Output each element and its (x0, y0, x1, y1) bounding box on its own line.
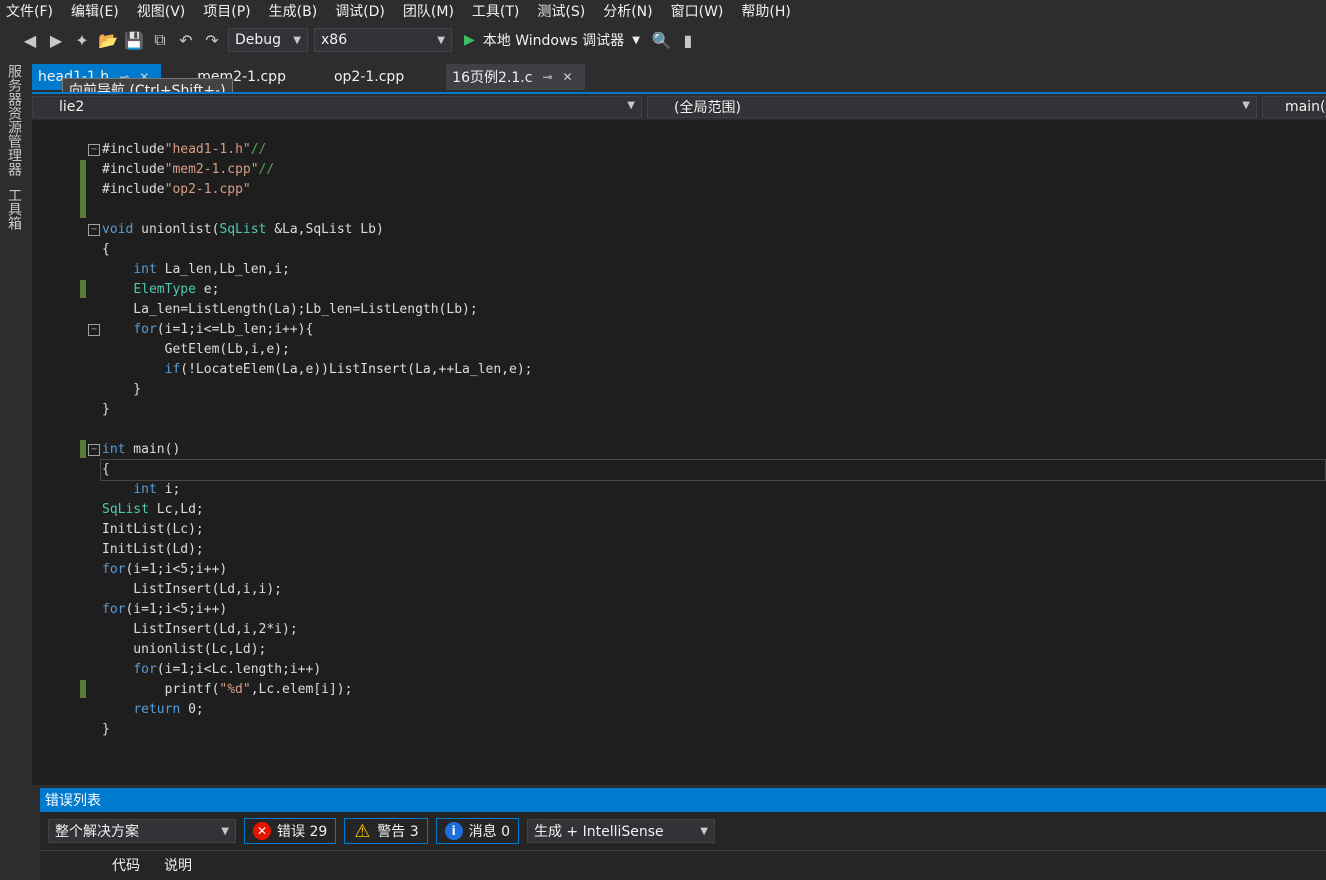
menu-item[interactable]: 文件(F) (0, 1, 65, 21)
messages-filter-button[interactable]: i 消息 0 (435, 818, 519, 844)
code-line: ElemType e; (133, 282, 220, 297)
code-line: } (102, 382, 142, 397)
close-icon: ✕ (562, 70, 573, 84)
code-line: #include"op2-1.cpp" (102, 182, 251, 197)
save-icon[interactable]: 💾 (124, 30, 144, 50)
menu-item[interactable]: 项目(P) (197, 1, 262, 21)
scope-filter-select[interactable]: 整个解决方案 ▼ (48, 819, 236, 843)
server-explorer-tab[interactable]: 服务器资源管理器 (0, 58, 28, 182)
redo-icon[interactable]: ↷ (202, 30, 222, 50)
code-line: ListInsert(Ld,i,2*i); (102, 622, 298, 637)
change-marker (80, 280, 86, 298)
code-line: #include"mem2-1.cpp"// (102, 162, 275, 177)
code-line: #include"head1-1.h"// (102, 142, 267, 157)
source-filter-select[interactable]: 生成 + IntelliSense ▼ (526, 819, 715, 843)
errors-filter-button[interactable]: ✕ 错误 29 (244, 818, 337, 844)
menu-item[interactable]: 视图(V) (131, 1, 198, 21)
error-list-toolbar: 整个解决方案 ▼ ✕ 错误 29 ⚠ 警告 3 i 消息 0 生成 + IntelliS… (40, 812, 1326, 850)
code-line: if(!LocateElem(La,e))ListInsert(La,++La_… (164, 362, 533, 377)
menu-item[interactable]: 测试(S) (531, 1, 597, 21)
collapse-icon[interactable]: − (88, 324, 100, 336)
code-line: void unionlist(SqList &La,SqList Lb) (102, 222, 384, 237)
error-list-panel: 错误列表 整个解决方案 ▼ ✕ 错误 29 ⚠ 警告 3 i 消息 0 生成 + Int… (40, 788, 1326, 880)
menu-item[interactable]: 生成(B) (263, 1, 330, 21)
collapse-icon[interactable]: − (88, 224, 100, 236)
error-list-title: 错误列表 (40, 788, 1326, 812)
code-line: int i; (133, 482, 181, 497)
member-dropdown[interactable]: main( (1262, 96, 1326, 118)
menu-item[interactable]: 调试(D) (329, 1, 397, 21)
collapse-icon[interactable]: − (88, 444, 100, 456)
warnings-filter-button[interactable]: ⚠ 警告 3 (344, 818, 428, 844)
main-toolbar: ◀ ▶ ✦ 📂 💾 ⧉ ↶ ↷ Debug ▼ x86 ▼ ▶ 本地 Windows … (0, 24, 1326, 56)
code-line: int main() (102, 442, 181, 457)
forward-icon[interactable]: ▶ (46, 30, 66, 50)
code-line: printf("%d",Lc.elem[i]); (102, 682, 353, 697)
code-line: La_len=ListLength(La);Lb_len=ListLength(… (102, 302, 478, 317)
tab-16-example[interactable]: 16页例2.1.c ⊸ ✕ (446, 64, 585, 90)
toolbox-tab[interactable]: 工具箱 (0, 182, 28, 236)
code-line: for(i=1;i<Lc.length;i++) (133, 662, 322, 677)
collapse-icon[interactable]: − (88, 144, 100, 156)
description-column-header[interactable]: 说明 (152, 855, 204, 875)
code-line: InitList(Ld); (102, 542, 204, 557)
code-line: InitList(Lc); (102, 522, 204, 537)
code-line: for(i=1;i<5;i++) (102, 562, 228, 577)
bookmark-icon[interactable]: ▮ (678, 30, 698, 50)
save-all-icon[interactable]: ⧉ (150, 30, 170, 50)
new-project-icon[interactable]: ✦ (72, 30, 92, 50)
menu-item[interactable]: 编辑(E) (65, 1, 131, 21)
change-marker (80, 440, 86, 458)
project-dropdown[interactable]: lie2 ▼ (32, 96, 642, 118)
platform-select[interactable]: x86 ▼ (314, 28, 452, 52)
code-line: SqList Lc,Ld; (102, 502, 204, 517)
change-marker (80, 680, 86, 698)
navigation-bar: lie2 ▼ (全局范围) ▼ main( (32, 92, 1326, 120)
back-icon[interactable]: ◀ (20, 30, 40, 50)
current-line-highlight (100, 459, 1326, 481)
play-icon: ▶ (464, 32, 475, 48)
tab-op2-1[interactable]: op2-1.cpp (328, 64, 416, 90)
code-line: { (102, 242, 110, 257)
find-icon[interactable]: 🔍 (652, 30, 672, 50)
side-rail: 服务器资源管理器 工具箱 (0, 58, 30, 880)
code-editor[interactable]: − − − − #include"head1-1.h"// #include"m… (32, 120, 1326, 785)
code-line: } (102, 722, 110, 737)
menu-item[interactable]: 帮助(H) (735, 1, 802, 21)
code-line: { (102, 462, 110, 477)
scope-dropdown[interactable]: (全局范围) ▼ (647, 96, 1257, 118)
error-list-header: 代码 说明 (40, 850, 1326, 879)
menu-bar: 文件(F) 编辑(E) 视图(V) 项目(P) 生成(B) 调试(D) 团队(M) 工具(T)… (0, 0, 1326, 22)
code-line: GetElem(Lb,i,e); (102, 342, 290, 357)
info-icon: i (444, 822, 463, 840)
menu-item[interactable]: 工具(T) (466, 1, 531, 21)
run-debugger-button[interactable]: ▶ 本地 Windows 调试器 ▼ (458, 30, 646, 50)
open-folder-icon[interactable]: 📂 (98, 30, 118, 50)
code-line: for(i=1;i<5;i++) (102, 602, 228, 617)
menu-item[interactable]: 团队(M) (397, 1, 466, 21)
code-line: int La_len,Lb_len,i; (133, 262, 290, 277)
code-line: for(i=1;i<=Lb_len;i++){ (133, 322, 314, 337)
code-column-header[interactable]: 代码 (100, 855, 152, 875)
menu-item[interactable]: 分析(N) (597, 1, 664, 21)
code-line: return 0; (133, 702, 204, 717)
error-icon: ✕ (253, 822, 271, 840)
menu-item[interactable]: 窗口(W) (665, 1, 736, 21)
warning-icon: ⚠ (354, 820, 371, 842)
code-line: ListInsert(Ld,i,i); (102, 582, 283, 597)
config-select[interactable]: Debug ▼ (228, 28, 308, 52)
undo-icon[interactable]: ↶ (176, 30, 196, 50)
code-line: unionlist(Lc,Ld); (102, 642, 267, 657)
code-line: } (102, 402, 110, 417)
pin-icon: ⊸ (542, 70, 553, 84)
change-marker (80, 160, 86, 218)
